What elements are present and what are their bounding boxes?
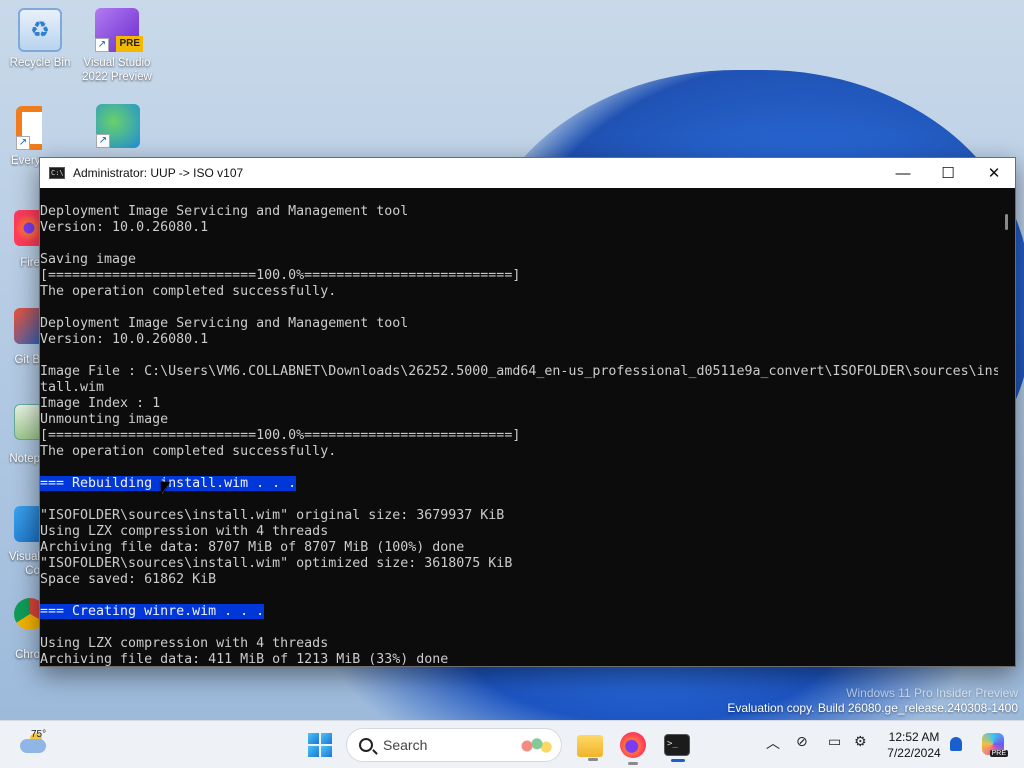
window-titlebar[interactable]: C:\ Administrator: UUP -> ISO v107 — ☐ ✕ [40, 158, 1015, 188]
console-line: Version: 10.0.26080.1 [40, 332, 209, 347]
desktop-icon-visual-studio[interactable]: PRE ↗ Visual Studio 2022 Preview [79, 8, 155, 84]
desktop-icon-download-manager[interactable]: ↗ [80, 104, 156, 152]
watermark-build: Evaluation copy. Build 26080.ge_release.… [727, 701, 1018, 715]
close-button[interactable]: ✕ [971, 158, 1017, 188]
desktop-icon-label: Recycle Bin [9, 57, 71, 69]
console-line: [==========================100.0%=======… [40, 428, 521, 443]
console-line: The operation completed successfully. [40, 444, 337, 459]
shortcut-arrow-icon: ↗ [96, 134, 110, 148]
mouse-cursor-icon [161, 482, 170, 495]
pre-badge: PRE [116, 36, 143, 52]
evaluation-watermark: Windows 11 Pro Insider Preview Evaluatio… [727, 686, 1018, 716]
console-line: Image Index : 1 [40, 396, 161, 411]
console-line: Space saved: 61862 KiB [40, 572, 217, 587]
window-title: Administrator: UUP -> ISO v107 [73, 166, 244, 180]
console-line: The operation completed successfully. [40, 284, 337, 299]
search-placeholder: Search [383, 737, 428, 753]
weather-widget[interactable]: 75° [14, 729, 74, 761]
file-explorer-icon[interactable] [577, 735, 603, 761]
search-highlight-icon [515, 735, 555, 757]
search-icon [359, 738, 373, 752]
console-line: Using LZX compression with 4 threads [40, 524, 329, 539]
download-manager-icon: ↗ [96, 104, 140, 148]
desktop-icon-label: Every [11, 155, 41, 167]
clock-time: 12:52 AM [888, 730, 940, 744]
console-line: Archiving file data: 8707 MiB of 8707 Mi… [40, 540, 465, 555]
recycle-bin-icon: ♻ [18, 8, 62, 52]
console-line: Using LZX compression with 4 threads [40, 636, 329, 651]
search-box[interactable]: Search [346, 728, 562, 762]
desktop-icon-label: Visual Studio 2022 Preview [82, 57, 152, 83]
console-line: Version: 10.0.26080.1 [40, 220, 209, 235]
desktop-icon-git-label: Git B [14, 354, 40, 366]
taskbar: 75° Search >_ ︿ ⊘ ▭ ⚙ 12:52 AM 7/22/2024… [0, 720, 1024, 768]
maximize-button[interactable]: ☐ [925, 158, 971, 188]
weather-temp: 75° [31, 729, 47, 740]
chevron-up-icon[interactable]: ︿ [766, 733, 780, 753]
console-line: tall.wim [40, 380, 105, 395]
console-line: === Creating winre.wim . . . [40, 604, 998, 620]
clock-date: 7/22/2024 [887, 746, 941, 760]
console-line: Archiving file data: 411 MiB of 1213 MiB… [40, 652, 449, 666]
desktop-icon-recycle-bin[interactable]: ♻ Recycle Bin [2, 8, 78, 70]
shortcut-arrow-icon: ↗ [16, 136, 30, 150]
terminal-icon[interactable]: >_ [664, 734, 690, 762]
settings-sync-icon[interactable]: ⚙ [854, 733, 867, 750]
watermark-edition: Windows 11 Pro Insider Preview [846, 686, 1018, 700]
visual-studio-icon: PRE ↗ [95, 8, 143, 52]
desktop-icon-notepad-label: Notep [9, 453, 40, 465]
desktop-icon-vscode-label: Visual Co [8, 551, 40, 577]
console-window[interactable]: C:\ Administrator: UUP -> ISO v107 — ☐ ✕… [39, 157, 1016, 667]
console-output[interactable]: Deployment Image Servicing and Managemen… [40, 188, 998, 666]
console-line: "ISOFOLDER\sources\install.wim" optimize… [40, 556, 513, 571]
cloud-icon [20, 739, 46, 753]
scrollbar-thumb[interactable] [1005, 214, 1008, 230]
clock[interactable]: 12:52 AM 7/22/2024 [880, 729, 948, 761]
shortcut-arrow-icon: ↗ [95, 38, 109, 52]
notification-bell-icon[interactable] [950, 737, 962, 751]
desktop-icon-firefox-label: Fire [20, 257, 40, 269]
firefox-icon[interactable] [620, 732, 646, 765]
console-line: Deployment Image Servicing and Managemen… [40, 316, 409, 331]
vertical-scrollbar[interactable] [998, 188, 1015, 666]
console-app-icon: C:\ [49, 167, 65, 179]
console-line: Unmounting image [40, 412, 169, 427]
console-line: Saving image [40, 252, 137, 267]
start-button[interactable] [308, 733, 332, 757]
console-line: "ISOFOLDER\sources\install.wim" original… [40, 508, 505, 523]
console-line: Image File : C:\Users\VM6.COLLABNET\Down… [40, 364, 998, 379]
network-off-icon[interactable]: ⊘ [796, 733, 808, 750]
desktop-icon-chrome-label: Chro [15, 649, 40, 661]
copilot-icon[interactable]: PRE [982, 733, 1008, 757]
minimize-button[interactable]: — [880, 158, 926, 188]
console-line: === Rebuilding install.wim . . . [40, 476, 998, 492]
console-line: Deployment Image Servicing and Managemen… [40, 204, 409, 219]
console-selection: === Creating winre.wim . . . [40, 604, 265, 619]
display-icon[interactable]: ▭ [828, 733, 841, 750]
everything-search-icon: ↗ [16, 106, 42, 150]
desktop-icon-everything[interactable]: ↗ Every [2, 106, 42, 168]
console-line: [==========================100.0%=======… [40, 268, 521, 283]
